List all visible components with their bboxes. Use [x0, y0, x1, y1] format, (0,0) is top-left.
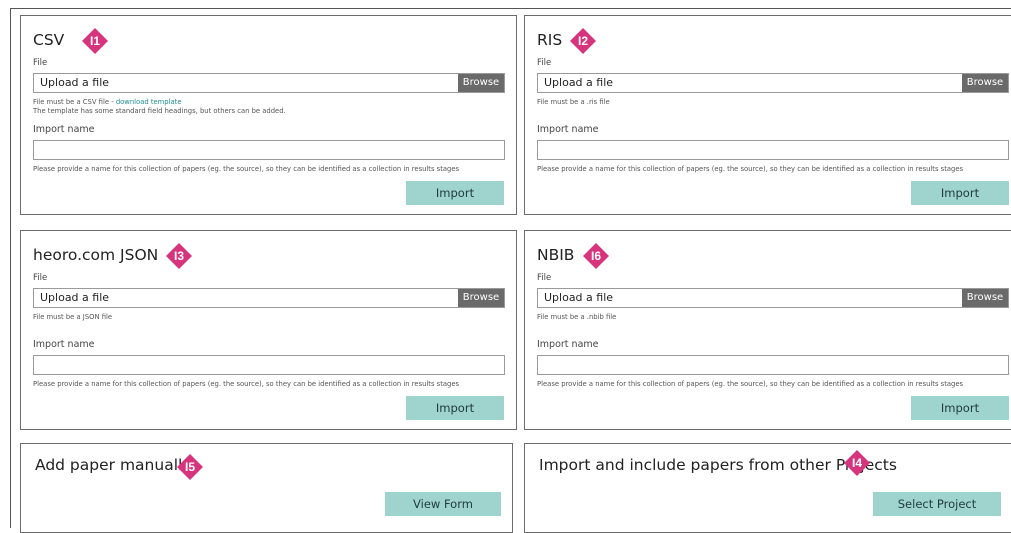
manual-badge: I5	[177, 454, 203, 480]
ris-browse-button[interactable]: Browse	[962, 74, 1008, 92]
ris-import-name-input[interactable]	[537, 140, 1009, 160]
manual-card-title: Add paper manually	[35, 456, 192, 474]
nbib-file-label: File	[537, 273, 552, 283]
json-file-upload[interactable]: Upload a file Browse	[33, 288, 505, 308]
ris-file-placeholder: Upload a file	[544, 76, 614, 89]
json-card-title: heoro.com JSON	[33, 246, 159, 264]
projects-badge: I4	[844, 450, 870, 476]
ris-import-button[interactable]: Import	[911, 181, 1009, 205]
view-form-button[interactable]: View Form	[385, 492, 501, 516]
csv-import-name-label: Import name	[33, 124, 95, 135]
csv-badge: I1	[82, 28, 108, 54]
csv-import-name-help: Please provide a name for this collectio…	[33, 165, 460, 173]
csv-template-help: The template has some standard field hea…	[33, 107, 286, 115]
nbib-import-button[interactable]: Import	[911, 396, 1009, 420]
ris-import-name-help: Please provide a name for this collectio…	[537, 165, 964, 173]
json-import-card: heoro.com JSON I3 File Upload a file Bro…	[20, 230, 517, 430]
ris-file-help: File must be a .ris file	[537, 98, 610, 106]
csv-card-title: CSV	[33, 31, 65, 49]
json-file-placeholder: Upload a file	[40, 291, 110, 304]
nbib-browse-button[interactable]: Browse	[962, 289, 1008, 307]
ris-card-title: RIS	[537, 31, 563, 49]
json-browse-button[interactable]: Browse	[458, 289, 504, 307]
csv-browse-button[interactable]: Browse	[458, 74, 504, 92]
csv-file-upload[interactable]: Upload a file Browse	[33, 73, 505, 93]
manual-add-card: Add paper manually I5 View Form	[20, 443, 513, 533]
nbib-import-card: NBIB I6 File Upload a file Browse File m…	[524, 230, 1011, 430]
nbib-file-upload[interactable]: Upload a file Browse	[537, 288, 1009, 308]
csv-file-placeholder: Upload a file	[40, 76, 110, 89]
nbib-file-placeholder: Upload a file	[544, 291, 614, 304]
nbib-badge: I6	[583, 243, 609, 269]
json-file-label: File	[33, 273, 48, 283]
ris-file-label: File	[537, 58, 552, 68]
json-badge: I3	[166, 243, 192, 269]
json-import-button[interactable]: Import	[406, 396, 504, 420]
nbib-import-name-help: Please provide a name for this collectio…	[537, 380, 964, 388]
select-project-button[interactable]: Select Project	[873, 492, 1001, 516]
csv-import-button[interactable]: Import	[406, 181, 504, 205]
nbib-file-help: File must be a .nbib file	[537, 313, 617, 321]
json-file-help: File must be a JSON file	[33, 313, 113, 321]
ris-file-upload[interactable]: Upload a file Browse	[537, 73, 1009, 93]
csv-file-label: File	[33, 58, 48, 68]
ris-badge: I2	[570, 28, 596, 54]
download-template-link[interactable]: download template	[116, 98, 182, 106]
json-import-name-label: Import name	[33, 339, 95, 350]
nbib-card-title: NBIB	[537, 246, 575, 264]
csv-import-card: CSV I1 File Upload a file Browse File mu…	[20, 15, 517, 215]
csv-file-help: File must be a CSV file - download templ…	[33, 98, 182, 106]
ris-import-name-label: Import name	[537, 124, 599, 135]
csv-import-name-input[interactable]	[33, 140, 505, 160]
nbib-import-name-input[interactable]	[537, 355, 1009, 375]
json-import-name-help: Please provide a name for this collectio…	[33, 380, 460, 388]
nbib-import-name-label: Import name	[537, 339, 599, 350]
json-import-name-input[interactable]	[33, 355, 505, 375]
ris-import-card: RIS I2 File Upload a file Browse File mu…	[524, 15, 1011, 215]
other-projects-card: Import and include papers from other Pro…	[524, 443, 1011, 533]
